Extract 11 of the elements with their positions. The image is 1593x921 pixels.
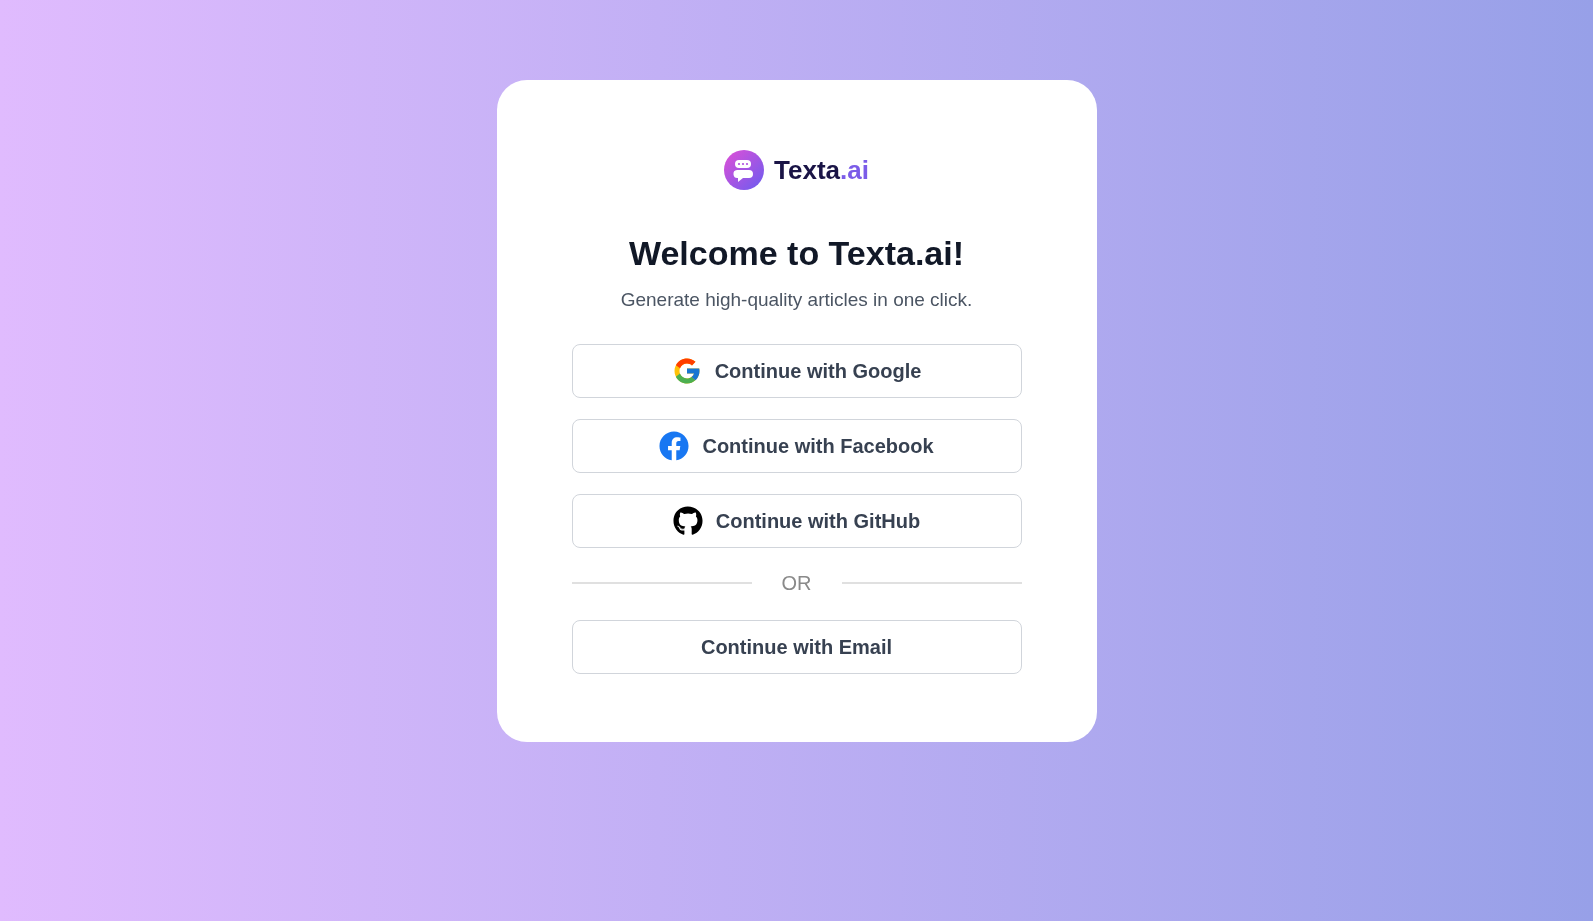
welcome-heading: Welcome to Texta.ai! — [628, 233, 965, 274]
speech-bubble-logo-icon — [724, 150, 765, 190]
subtitle-text: Generate high-quality articles in one click. — [620, 288, 973, 312]
brand-name: Texta.ai — [774, 157, 869, 183]
facebook-sign-in-button[interactable]: Continue with Facebook — [571, 419, 1022, 473]
github-sign-in-button[interactable]: Continue with GitHub — [571, 494, 1022, 548]
or-divider-text: OR — [780, 571, 813, 596]
email-sign-in-button[interactable]: Continue with Email — [571, 620, 1022, 674]
google-sign-in-button[interactable]: Continue with Google — [571, 344, 1022, 398]
facebook-f-icon — [659, 431, 690, 461]
octocat-icon — [672, 506, 703, 536]
